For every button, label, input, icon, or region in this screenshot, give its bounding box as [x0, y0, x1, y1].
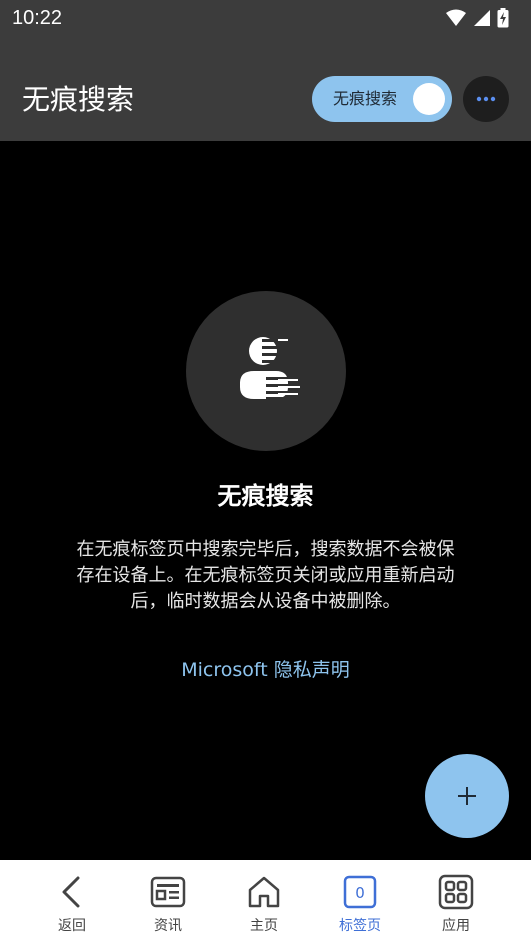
home-icon — [248, 876, 280, 908]
status-time: 10:22 — [12, 6, 63, 29]
incognito-description: 在无痕标签页中搜索完毕后，搜索数据不会被保 存在设备上。在无痕标签页关闭或应用重… — [40, 537, 491, 615]
nav-label: 应用 — [442, 918, 470, 934]
privacy-statement-link[interactable]: Microsoft 隐私声明 — [0, 655, 531, 682]
more-horizontal-icon — [476, 96, 496, 102]
description-line: 在无痕标签页中搜索完毕后，搜索数据不会被保 — [76, 539, 455, 560]
nav-back[interactable]: 返回 — [24, 860, 120, 944]
nav-home[interactable]: 主页 — [216, 860, 312, 944]
apps-icon — [438, 874, 474, 910]
status-icons — [445, 8, 509, 28]
more-options-button[interactable] — [463, 76, 509, 122]
new-tab-fab[interactable] — [425, 754, 509, 838]
nav-tabs[interactable]: 0 标签页 — [312, 860, 408, 944]
incognito-title: 无痕搜索 — [217, 482, 314, 510]
incognito-person-icon — [240, 337, 300, 400]
nav-apps[interactable]: 应用 — [408, 860, 504, 944]
app-header: 无痕搜索 无痕搜索 — [0, 36, 531, 141]
nav-news[interactable]: 资讯 — [120, 860, 216, 944]
tabs-icon: 0 — [343, 875, 377, 909]
page-title: 无痕搜索 — [22, 83, 135, 116]
incognito-toggle[interactable]: 无痕搜索 — [312, 76, 452, 122]
battery-icon — [497, 8, 509, 28]
tab-count: 0 — [355, 884, 365, 902]
nav-label: 主页 — [250, 918, 278, 934]
nav-label: 返回 — [58, 918, 86, 934]
nav-label: 标签页 — [339, 918, 381, 934]
toggle-knob — [413, 83, 445, 115]
signal-icon — [474, 10, 490, 26]
wifi-icon — [446, 9, 466, 26]
news-icon — [150, 876, 186, 908]
description-line: 存在设备上。在无痕标签页关闭或应用重新启动 — [76, 565, 455, 586]
incognito-hero — [186, 291, 346, 451]
nav-label: 资讯 — [154, 918, 182, 934]
plus-icon — [458, 787, 476, 805]
toggle-label: 无痕搜索 — [333, 89, 398, 108]
description-line: 后，临时数据会从设备中被删除。 — [130, 591, 401, 612]
back-icon — [62, 876, 80, 908]
bottom-navigation: 返回 资讯 主页 0 标签页 应用 — [0, 860, 531, 944]
status-bar: 10:22 — [0, 0, 531, 36]
